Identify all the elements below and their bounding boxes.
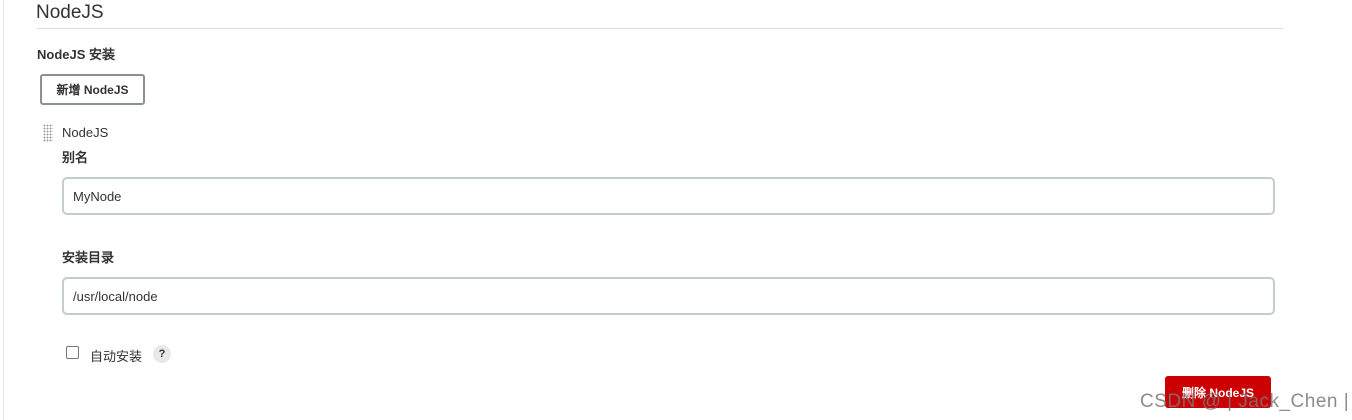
- watermark: CSDN @ | Jack_Chen |: [1140, 391, 1350, 412]
- add-nodejs-button[interactable]: 新增 NodeJS: [40, 74, 145, 105]
- alias-label: 别名: [62, 150, 89, 165]
- drag-handle-icon[interactable]: [43, 124, 53, 142]
- page-left-border: [3, 0, 4, 420]
- install-dir-input[interactable]: [62, 277, 1275, 315]
- subsection-title: NodeJS 安装: [37, 47, 116, 62]
- auto-install-checkbox[interactable]: [66, 346, 79, 359]
- alias-input[interactable]: [62, 177, 1275, 215]
- help-icon[interactable]: ?: [153, 345, 171, 363]
- auto-install-label[interactable]: 自动安装: [90, 346, 142, 365]
- section-divider: [36, 28, 1284, 29]
- nodejs-item-header: NodeJS: [62, 125, 109, 140]
- section-title: NodeJS: [36, 2, 104, 23]
- install-dir-label: 安装目录: [62, 250, 115, 265]
